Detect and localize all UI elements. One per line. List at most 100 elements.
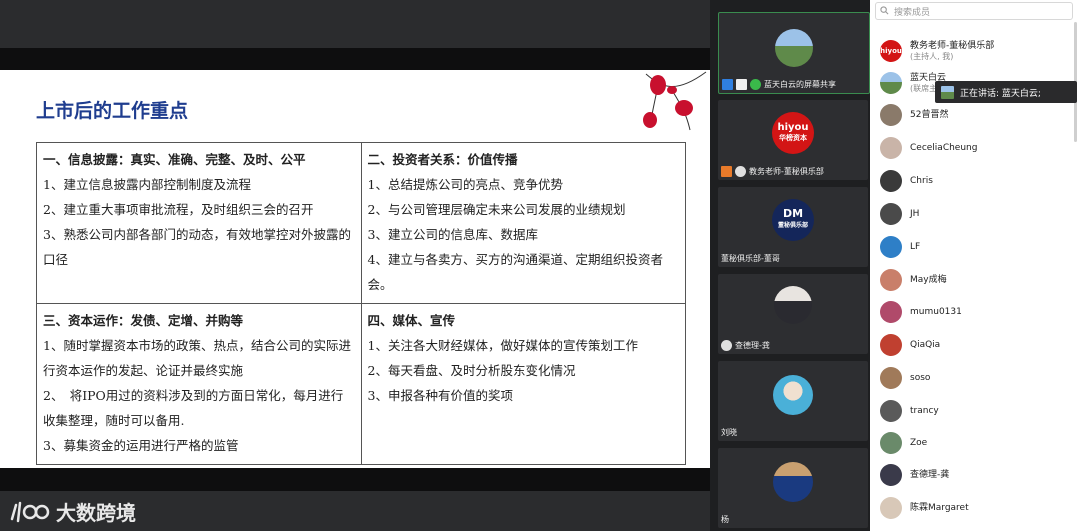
participant-name: 杨: [721, 515, 729, 524]
tile-label: 教务老师-董秘俱乐部: [721, 166, 824, 177]
video-tile[interactable]: 刘晓: [718, 361, 868, 441]
member-name: LF: [910, 241, 921, 252]
member-search-input[interactable]: 搜索成员: [875, 2, 1073, 20]
user-icon: [722, 79, 733, 90]
avatar: [880, 203, 902, 225]
cell-line: 1、总结提炼公司的亮点、竞争优势: [367, 177, 563, 192]
avatar: DM 董秘俱乐部: [772, 199, 814, 241]
logo-line: 华榜资本: [779, 134, 807, 142]
tile-label: 杨: [721, 514, 729, 525]
member-role: (主持人, 我): [910, 51, 954, 61]
avatar: [880, 104, 902, 126]
video-tile[interactable]: DM 董秘俱乐部 董秘俱乐部-董哥: [718, 187, 868, 267]
avatar: [773, 375, 813, 415]
cell-line: 2、与公司管理层确定未来公司发展的业绩规划: [367, 202, 626, 217]
avatar: [880, 170, 902, 192]
cell-line: 2、每天看盘、及时分析股东变化情况: [367, 363, 576, 378]
avatar: [880, 301, 902, 323]
member-item[interactable]: Zoe: [880, 429, 927, 457]
cell-line: 2、建立重大事项审批流程，及时组织三会的召开: [43, 202, 314, 217]
member-item[interactable]: 52曾晋然: [880, 101, 948, 129]
member-item[interactable]: Chris: [880, 167, 933, 195]
avatar: [880, 497, 902, 519]
member-item[interactable]: LF: [880, 233, 920, 261]
cell-media-promotion: 四、媒体、宣传 1、关注各大财经媒体，做好媒体的宣传策划工作 2、每天看盘、及时…: [360, 303, 686, 465]
avatar: hiyou: [880, 40, 902, 62]
screen-top-bar: [0, 0, 710, 48]
cell-capital-operation: 三、资本运作：发债、定增、并购等 1、随时掌握资本市场的政策、热点，结合公司的实…: [36, 303, 362, 465]
member-item[interactable]: QiaQia: [880, 331, 940, 359]
member-item[interactable]: 查德理-龚: [880, 461, 949, 489]
screen-share-icon: [736, 79, 747, 90]
cell-line: 1、关注各大财经媒体，做好媒体的宣传策划工作: [367, 338, 638, 353]
work-focus-table: 一、信息披露：真实、准确、完整、及时、公平 1、建立信息披露内部控制制度及流程 …: [36, 142, 686, 465]
participant-name: 蓝天白云的屏幕共享: [764, 80, 836, 89]
member-name: 陈霖Margaret: [910, 502, 969, 513]
member-name: soso: [910, 372, 931, 383]
cell-line: 4、建立与各卖方、买方的沟通渠道、定期组织投资者会。: [367, 252, 663, 292]
microphone-muted-icon: [735, 166, 746, 177]
member-name: QiaQia: [910, 339, 941, 350]
speaker-avatar-icon: [941, 85, 954, 99]
participant-name: 查德理-龚: [735, 341, 770, 350]
members-panel: 搜索成员 hiyou 教务老师-董秘俱乐部 (主持人, 我) 蓝天白云 (联席主持人…: [870, 0, 1080, 531]
brand-logo-icon: [10, 501, 50, 522]
avatar: [880, 400, 902, 422]
member-item[interactable]: mumu0131: [880, 298, 962, 326]
avatar: [774, 286, 812, 324]
video-tile[interactable]: hiyou 华榜资本 教务老师-董秘俱乐部: [718, 100, 868, 180]
cell-line: 3、熟悉公司内部各部门的动态，有效地掌控对外披露的口径: [43, 227, 351, 267]
cell-title: 四、媒体、宣传: [367, 313, 456, 328]
avatar: [775, 29, 813, 67]
member-name: trancy: [910, 405, 939, 416]
member-name: May成梅: [910, 274, 947, 285]
presentation-slide: 上市后的工作重点 一、信息披露：真实、准确、完整、及时、公平 1、建立信息披露内…: [0, 70, 710, 468]
logo-line: hiyou: [777, 122, 809, 133]
avatar: [880, 432, 902, 454]
logo-line: 董秘俱乐部: [777, 222, 808, 229]
participant-name: 刘晓: [721, 428, 737, 437]
cell-line: 3、建立公司的信息库、数据库: [367, 227, 538, 242]
member-item[interactable]: soso: [880, 364, 930, 392]
member-item[interactable]: CeceliaCheung: [880, 134, 977, 162]
member-item[interactable]: 陈霖Margaret: [880, 494, 969, 522]
speaking-indicator: 正在讲话: 蓝天白云;: [935, 81, 1077, 103]
member-name: 查德理-龚: [910, 469, 950, 480]
speaking-text: 正在讲话: 蓝天白云;: [960, 88, 1041, 99]
member-name: 教务老师-董秘俱乐部: [910, 40, 995, 51]
video-tiles-column: 蓝天白云的屏幕共享 hiyou 华榜资本 教务老师-董秘俱乐部 DM 董秘俱乐部…: [710, 0, 870, 531]
avatar: [880, 269, 902, 291]
participant-name: 教务老师-董秘俱乐部: [749, 167, 824, 176]
avatar: hiyou 华榜资本: [772, 112, 814, 154]
avatar: [880, 464, 902, 486]
shared-screen-area: 上市后的工作重点 一、信息披露：真实、准确、完整、及时、公平 1、建立信息披露内…: [0, 0, 710, 531]
avatar: [880, 137, 902, 159]
avatar: [773, 462, 813, 502]
member-item[interactable]: May成梅: [880, 266, 947, 294]
cell-title: 三、资本运作：发债、定增、并购等: [43, 313, 244, 328]
cell-line: 1、随时掌握资本市场的政策、热点，结合公司的实际进行资本运作的发起、论证并最终实…: [43, 338, 351, 378]
member-name: Zoe: [910, 437, 928, 448]
member-item[interactable]: JH: [880, 200, 919, 228]
slide-title: 上市后的工作重点: [36, 100, 189, 122]
avatar: [880, 72, 902, 94]
logo-line: DM: [782, 207, 804, 220]
video-tile[interactable]: 查德理-龚: [718, 274, 868, 354]
cell-title: 一、信息披露：真实、准确、完整、及时、公平: [43, 152, 306, 167]
brand-watermark: 大数跨境: [8, 497, 136, 526]
member-item[interactable]: trancy: [880, 397, 939, 425]
video-tile[interactable]: 杨: [718, 448, 868, 528]
user-icon: [721, 166, 732, 177]
video-tile[interactable]: 蓝天白云的屏幕共享: [718, 12, 870, 94]
avatar: [880, 367, 902, 389]
cell-investor-relations: 二、投资者关系：价值传播 1、总结提炼公司的亮点、竞争优势 2、与公司管理层确定…: [360, 142, 686, 304]
tile-label: 查德理-龚: [721, 340, 770, 351]
member-name: JH: [910, 208, 920, 219]
tile-label: 董秘俱乐部-董哥: [721, 253, 780, 264]
member-item[interactable]: hiyou 教务老师-董秘俱乐部 (主持人, 我): [880, 37, 994, 65]
flower-decoration-icon: [643, 71, 707, 131]
brand-name: 大数跨境: [56, 501, 136, 525]
microphone-muted-icon: [721, 340, 732, 351]
microphone-icon: [750, 79, 761, 90]
member-name: Chris: [910, 175, 933, 186]
